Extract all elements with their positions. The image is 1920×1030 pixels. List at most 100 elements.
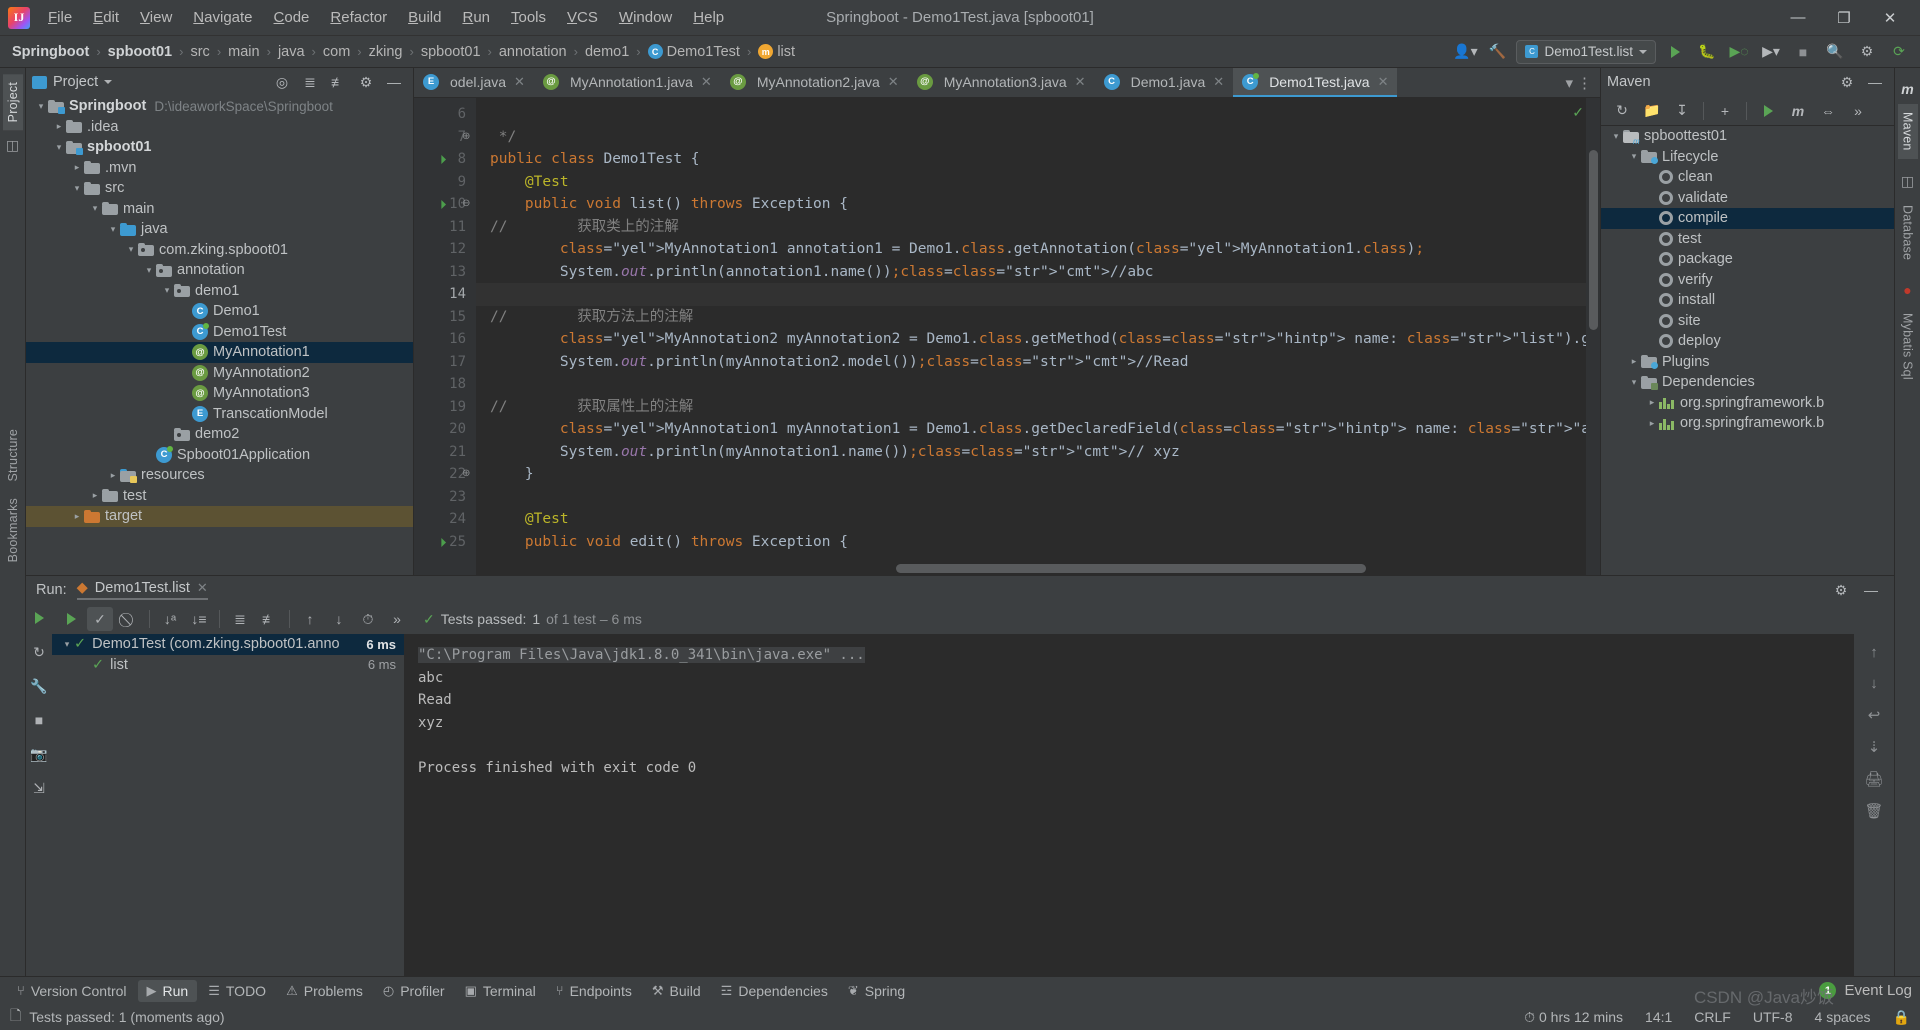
toggle-skip-tests-icon[interactable]: ⇔ <box>1815 99 1841 123</box>
collapse-arrow-icon[interactable]: ▾ <box>1627 151 1641 162</box>
close-icon[interactable]: ✕ <box>197 580 208 596</box>
menu-item-refactor[interactable]: Refactor <box>320 5 397 30</box>
scroll-down-icon[interactable]: ↓ <box>1870 675 1878 692</box>
project-tree-item-spboot01application[interactable]: C Spboot01Application <box>26 445 413 466</box>
close-icon[interactable]: ✕ <box>1213 74 1224 90</box>
bottom-tool-tabs[interactable]: ⑂ Version Control ▶ Run ☰ TODO ⚠ Problems ◴ Profi… <box>0 976 1920 1004</box>
collapse-arrow-icon[interactable]: ▾ <box>34 101 48 112</box>
maven-tree-item-install[interactable]: install <box>1601 290 1894 311</box>
run-with-coverage-button[interactable]: ▶◌ <box>1726 40 1752 64</box>
project-tree[interactable]: ▾ Springboot D:\ideaworkSpace\Springboot ▸.… <box>26 96 413 575</box>
close-icon[interactable]: ✕ <box>1075 74 1086 90</box>
menu-item-run[interactable]: Run <box>452 5 500 30</box>
test-results-tree[interactable]: ▾ ✓ Demo1Test (com.zking.spboot01.anno 6 ms… <box>52 634 404 976</box>
project-tree-item-springboot[interactable]: ▾ Springboot D:\ideaworkSpace\Springboot <box>26 96 413 117</box>
editor-tab-demo1test-java[interactable]: C Demo1Test.java ✕ <box>1233 68 1398 97</box>
project-tree-item-java[interactable]: ▾ java <box>26 219 413 240</box>
breadcrumb-item-annotation[interactable]: annotation <box>495 42 571 62</box>
stop-button[interactable]: ■ <box>1790 40 1816 64</box>
window-controls[interactable]: — ❐ ✕ <box>1776 3 1912 33</box>
test-toolbar[interactable]: ✓ ⃠ ↓ᵃ ↓≡ ≣ ≢ ↑ ↓ ⏱ » <box>52 604 1894 634</box>
menu-item-code[interactable]: Code <box>264 5 320 30</box>
lock-icon[interactable]: 🔒 <box>1893 1009 1910 1026</box>
maven-tree-item-spboottest01[interactable]: ▾ m spboottest01 <box>1601 126 1894 147</box>
scroll-to-end-icon[interactable]: ⇣ <box>1868 738 1881 756</box>
test-tree-item-list[interactable]: ✓ list 6 ms <box>52 655 404 676</box>
user-settings-icon[interactable]: 👤▾ <box>1452 40 1478 64</box>
close-icon[interactable]: ✕ <box>1378 74 1389 90</box>
more-icon[interactable]: » <box>1845 99 1871 123</box>
breadcrumb-item-demo1test[interactable]: C Demo1Test <box>644 42 744 62</box>
collapse-arrow-icon[interactable]: ▾ <box>124 244 138 255</box>
maven-tree-item-lifecycle[interactable]: ▾ Lifecycle <box>1601 147 1894 168</box>
rail-tab-maven[interactable]: Maven <box>1897 104 1918 159</box>
breadcrumb-item-src[interactable]: src <box>186 42 213 62</box>
maven-tree-item-package[interactable]: package <box>1601 249 1894 270</box>
line-number-gutter[interactable]: 6 7 ⊕ 8 ⏵ 9 10 ⏵ ⊖ 11 12 13 14 15 16 17 18 19 20 21 22 ⊕ 23 24 2… <box>414 98 476 575</box>
test-tree-item-demo1test[interactable]: ▾ ✓ Demo1Test (com.zking.spboot01.anno 6 ms <box>52 634 404 655</box>
bottom-tab-terminal[interactable]: ▣ Terminal <box>456 980 545 1002</box>
project-tree-item-com-zking-spboot01[interactable]: ▾ com.zking.spboot01 <box>26 240 413 261</box>
project-tree-item--mvn[interactable]: ▸ .mvn <box>26 158 413 179</box>
caret-position[interactable]: 14:1 <box>1645 1009 1672 1025</box>
menu-item-vcs[interactable]: VCS <box>557 5 608 30</box>
minimize-button[interactable]: — <box>1776 3 1820 33</box>
project-tree-item-main[interactable]: ▾ main <box>26 199 413 220</box>
menu-item-view[interactable]: View <box>130 5 182 30</box>
run-hide-icon[interactable]: — <box>1858 578 1884 602</box>
marker-gutter[interactable] <box>1586 98 1600 575</box>
bottom-tab-dependencies[interactable]: ☲ Dependencies <box>712 980 837 1002</box>
close-icon[interactable]: ✕ <box>514 74 525 90</box>
expand-arrow-icon[interactable]: ▸ <box>1645 418 1659 429</box>
main-menu-bar[interactable]: File Edit View Navigate Code Refactor Build Run… <box>38 5 734 30</box>
profile-button[interactable]: ▶▾ <box>1758 40 1784 64</box>
line-separator[interactable]: CRLF <box>1694 1009 1731 1025</box>
more-toolbar-icon[interactable]: » <box>384 607 410 631</box>
bottom-tab-endpoints[interactable]: ⑂ Endpoints <box>547 980 641 1002</box>
collapse-arrow-icon[interactable]: ▾ <box>160 285 174 296</box>
bottom-tab-problems[interactable]: ⚠ Problems <box>277 980 372 1002</box>
rerun-failed-icon[interactable]: ↻ <box>26 640 52 664</box>
maven-tree-item-org-springframework-b[interactable]: ▸ org.springframework.b <box>1601 413 1894 434</box>
collapse-arrow-icon[interactable]: ▾ <box>70 183 84 194</box>
collapse-arrow-icon[interactable]: ▾ <box>1609 131 1623 142</box>
expand-all-icon[interactable]: ≣ <box>227 607 253 631</box>
run-configuration-selector[interactable]: C Demo1Test.list <box>1516 39 1656 64</box>
collapse-arrow-icon[interactable]: ▾ <box>52 142 66 153</box>
select-opened-file-icon[interactable]: ◎ <box>269 70 295 94</box>
camera-icon[interactable]: 📷 <box>26 742 52 766</box>
expand-all-icon[interactable]: ≣ <box>297 70 323 94</box>
project-tree-item-myannotation3[interactable]: @ MyAnnotation3 <box>26 383 413 404</box>
tab-options-icon[interactable]: ⋮ <box>1577 74 1592 92</box>
maven-tree-item-validate[interactable]: validate <box>1601 188 1894 209</box>
collapse-all-icon[interactable]: ≢ <box>256 607 282 631</box>
prev-failed-icon[interactable]: ↑ <box>297 607 323 631</box>
export-icon[interactable]: ⇲ <box>26 776 52 800</box>
collapse-all-icon[interactable]: ≢ <box>325 70 351 94</box>
project-tree-item-demo1[interactable]: C Demo1 <box>26 301 413 322</box>
updates-icon[interactable]: ⟳ <box>1886 40 1912 64</box>
run-test-gutter-icon[interactable]: ⏵ <box>440 152 454 167</box>
breadcrumb-item-list[interactable]: m list <box>754 42 799 62</box>
maven-tree-item-verify[interactable]: verify <box>1601 270 1894 291</box>
breadcrumb[interactable]: Springboot › spboot01 › src › main › java › com › zk… <box>8 42 799 62</box>
collapse-arrow-icon[interactable]: ▾ <box>60 639 74 650</box>
code-folding-icon[interactable]: ⊕ <box>462 463 470 486</box>
expand-arrow-icon[interactable]: ▸ <box>88 490 102 501</box>
collapse-arrow-icon[interactable]: ▾ <box>88 203 102 214</box>
stop-run-icon[interactable]: ■ <box>26 708 52 732</box>
event-log-label[interactable]: Event Log <box>1844 982 1912 999</box>
build-hammer-icon[interactable]: 🔨 <box>1484 40 1510 64</box>
project-tree-item-myannotation2[interactable]: @ MyAnnotation2 <box>26 363 413 384</box>
vertical-scrollbar[interactable] <box>1589 150 1598 330</box>
print-icon[interactable]: 🖨 <box>1864 770 1883 788</box>
editor-tab-odel-java[interactable]: Eodel.java ✕ <box>414 68 534 97</box>
close-button[interactable]: ✕ <box>1868 3 1912 33</box>
debug-button[interactable]: 🐛 <box>1694 40 1720 64</box>
chevron-down-icon[interactable] <box>104 80 113 84</box>
rerun-icon[interactable] <box>26 606 52 630</box>
debug-run-icon[interactable]: 🔧 <box>26 674 52 698</box>
maven-tree-item-org-springframework-b[interactable]: ▸ org.springframework.b <box>1601 393 1894 414</box>
run-button[interactable] <box>1662 40 1688 64</box>
maximize-button[interactable]: ❐ <box>1822 3 1866 33</box>
